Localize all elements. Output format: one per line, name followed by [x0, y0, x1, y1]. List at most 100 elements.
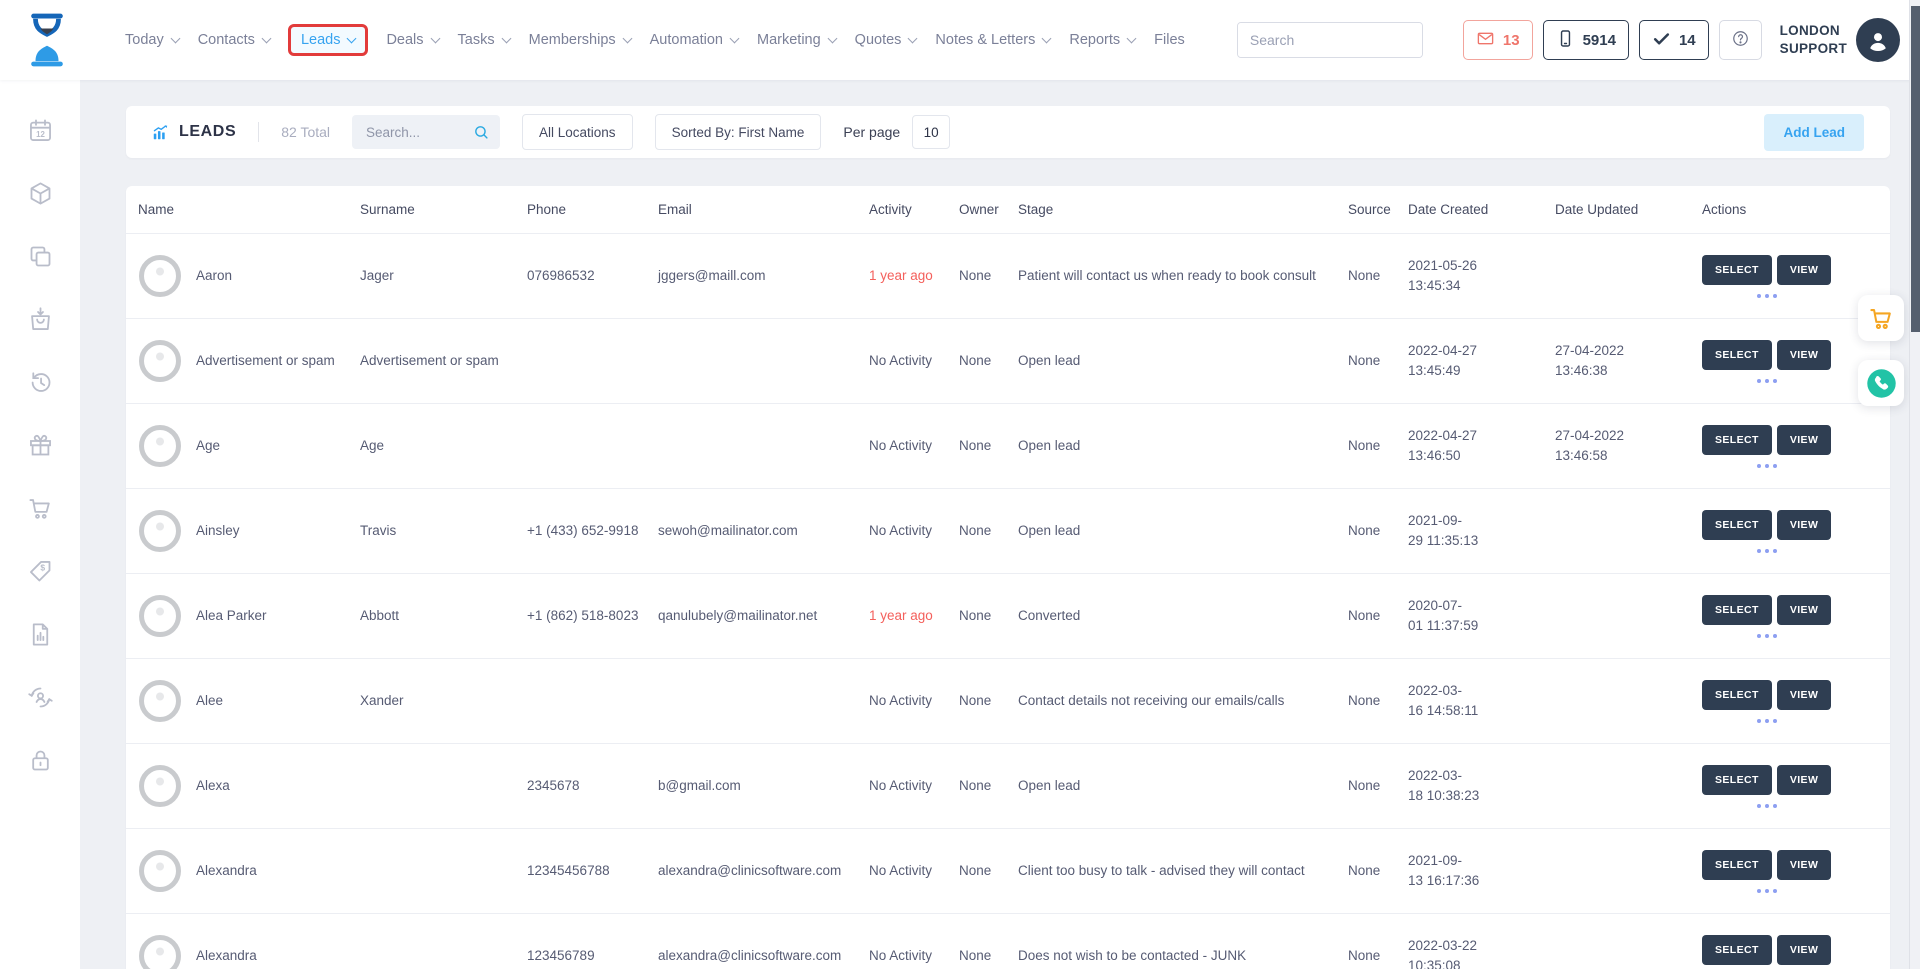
pricing-icon[interactable]: $	[27, 558, 54, 585]
select-button[interactable]: SELECT	[1702, 510, 1772, 540]
tasks-badge[interactable]: 14	[1639, 20, 1709, 60]
nav-item-today[interactable]: Today	[122, 25, 182, 55]
view-button[interactable]: VIEW	[1777, 850, 1831, 880]
per-page-label: Per page	[843, 124, 900, 140]
locations-filter[interactable]: All Locations	[522, 114, 633, 150]
add-lead-button[interactable]: Add Lead	[1764, 114, 1864, 151]
view-button[interactable]: VIEW	[1777, 935, 1831, 965]
nav-item-marketing[interactable]: Marketing	[754, 25, 839, 55]
more-actions-button[interactable]	[1757, 804, 1777, 808]
phone-icon	[1866, 368, 1897, 399]
select-button[interactable]: SELECT	[1702, 425, 1772, 455]
view-button[interactable]: VIEW	[1777, 595, 1831, 625]
cart-icon[interactable]	[27, 495, 54, 522]
calls-count: 5914	[1583, 32, 1616, 49]
sort-filter[interactable]: Sorted By: First Name	[655, 114, 822, 150]
chevron-down-icon	[730, 33, 740, 43]
cell-owner: None	[959, 946, 1018, 966]
avatar	[138, 679, 196, 723]
select-button[interactable]: SELECT	[1702, 935, 1772, 965]
leads-search-input[interactable]	[366, 125, 473, 140]
nav-item-quotes[interactable]: Quotes	[852, 25, 920, 55]
copy-icon[interactable]	[27, 243, 54, 270]
cell-email: sewoh@mailinator.com	[658, 521, 869, 541]
more-actions-button[interactable]	[1757, 294, 1777, 298]
phone-icon	[1556, 29, 1575, 52]
cell-name: Ainsley	[196, 521, 360, 541]
more-actions-button[interactable]	[1757, 549, 1777, 553]
select-button[interactable]: SELECT	[1702, 340, 1772, 370]
cell-activity: 1 year ago	[869, 606, 959, 626]
calls-badge[interactable]: 5914	[1543, 20, 1629, 60]
table-header-row: NameSurnamePhoneEmailActivityOwnerStageS…	[126, 186, 1890, 234]
view-button[interactable]: VIEW	[1777, 425, 1831, 455]
view-button[interactable]: VIEW	[1777, 765, 1831, 795]
cell-actions: SELECT VIEW	[1702, 765, 1878, 808]
table-row: Alea Parker Abbott +1 (862) 518-8023 qan…	[126, 574, 1890, 659]
cell-owner: None	[959, 861, 1018, 881]
view-button[interactable]: VIEW	[1777, 510, 1831, 540]
cell-actions: SELECT VIEW	[1702, 680, 1878, 723]
select-button[interactable]: SELECT	[1702, 765, 1772, 795]
products-icon[interactable]	[27, 180, 54, 207]
more-actions-button[interactable]	[1757, 379, 1777, 383]
help-button[interactable]	[1719, 20, 1762, 60]
view-button[interactable]: VIEW	[1777, 255, 1831, 285]
nav-item-notes-letters[interactable]: Notes & Letters	[932, 25, 1053, 55]
history-icon[interactable]	[27, 369, 54, 396]
nav-item-reports[interactable]: Reports	[1066, 25, 1138, 55]
nav-item-contacts[interactable]: Contacts	[195, 25, 273, 55]
call-floating-button[interactable]	[1858, 360, 1904, 406]
cell-activity: No Activity	[869, 776, 959, 796]
select-button[interactable]: SELECT	[1702, 595, 1772, 625]
leads-toolbar: LEADS 82 Total All Locations Sorted By: …	[126, 106, 1890, 158]
nav-item-deals[interactable]: Deals	[383, 25, 441, 55]
user-avatar[interactable]	[1856, 18, 1900, 62]
app-logo-icon[interactable]	[20, 10, 74, 70]
security-icon[interactable]	[27, 747, 54, 774]
question-icon	[1731, 29, 1750, 52]
table-row: Alexa 2345678 b@gmail.com No Activity No…	[126, 744, 1890, 829]
cart-icon	[1868, 305, 1895, 332]
more-actions-button[interactable]	[1757, 719, 1777, 723]
chevron-down-icon	[908, 33, 918, 43]
view-button[interactable]: VIEW	[1777, 680, 1831, 710]
search-icon[interactable]	[473, 124, 490, 141]
cell-email: alexandra@clinicsoftware.com	[658, 946, 869, 966]
nav-item-files[interactable]: Files	[1151, 25, 1188, 55]
column-header-phone: Phone	[527, 202, 658, 217]
cart-floating-button[interactable]	[1858, 295, 1904, 341]
cell-date-created: 2022-04-27 13:45:49	[1408, 341, 1555, 380]
cell-phone: 123456789	[527, 946, 658, 966]
nav-item-tasks[interactable]: Tasks	[455, 25, 513, 55]
header-search-input[interactable]	[1238, 23, 1423, 57]
cell-name: Alea Parker	[196, 606, 360, 626]
scrollbar-thumb[interactable]	[1911, 6, 1920, 332]
chevron-down-icon	[622, 33, 632, 43]
orders-icon[interactable]	[27, 306, 54, 333]
nav-item-label: Memberships	[529, 32, 616, 48]
select-button[interactable]: SELECT	[1702, 850, 1772, 880]
more-actions-button[interactable]	[1757, 464, 1777, 468]
more-actions-button[interactable]	[1757, 889, 1777, 893]
reports-icon[interactable]	[27, 621, 54, 648]
cell-email: alexandra@clinicsoftware.com	[658, 861, 869, 881]
messages-badge[interactable]: 13	[1463, 20, 1533, 60]
per-page-input[interactable]	[912, 115, 950, 149]
table-body: Aaron Jager 076986532 jggers@maill.com 1…	[126, 234, 1890, 969]
view-button[interactable]: VIEW	[1777, 340, 1831, 370]
cell-stage: Does not wish to be contacted - JUNK	[1018, 946, 1348, 966]
more-actions-button[interactable]	[1757, 634, 1777, 638]
chevron-down-icon	[1127, 33, 1137, 43]
cell-source: None	[1348, 606, 1408, 626]
cell-stage: Contact details not receiving our emails…	[1018, 691, 1348, 711]
select-button[interactable]: SELECT	[1702, 680, 1772, 710]
nav-item-automation[interactable]: Automation	[647, 25, 741, 55]
nav-item-memberships[interactable]: Memberships	[526, 25, 634, 55]
select-button[interactable]: SELECT	[1702, 255, 1772, 285]
clients-icon[interactable]	[27, 684, 54, 711]
nav-item-leads[interactable]: Leads	[288, 24, 369, 56]
calendar-icon[interactable]: 12	[27, 117, 54, 144]
gift-icon[interactable]	[27, 432, 54, 459]
cell-activity: No Activity	[869, 436, 959, 456]
